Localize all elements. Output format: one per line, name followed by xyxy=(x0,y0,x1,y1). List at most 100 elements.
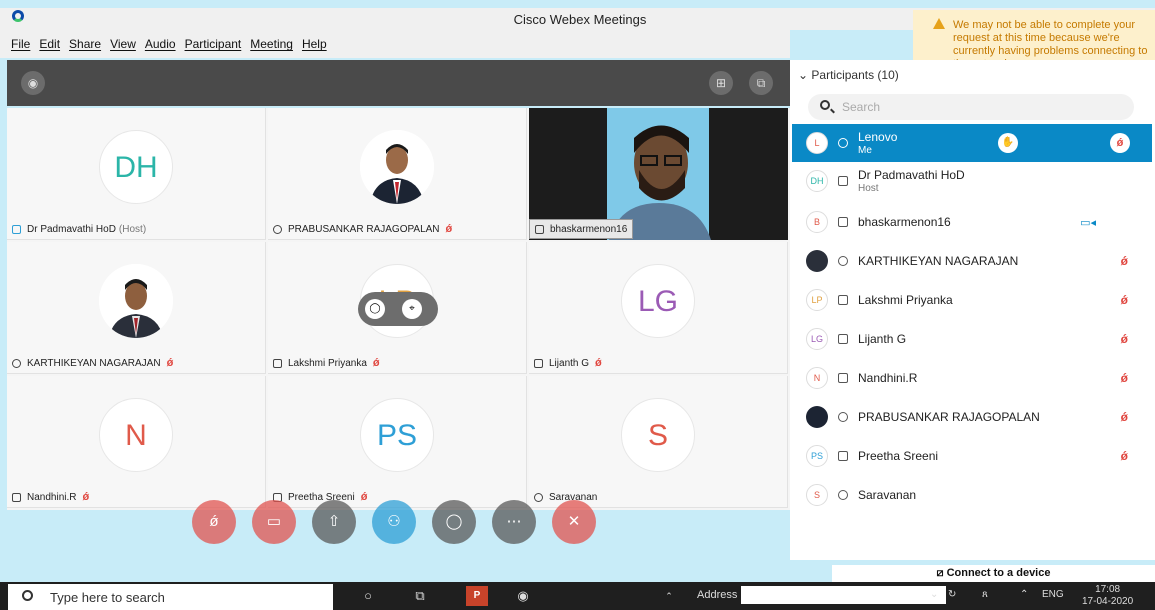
video-tile[interactable]: LG Lijanth G ǿ xyxy=(529,242,788,374)
tray-expand-icon[interactable]: ⌃ xyxy=(1020,589,1028,600)
taskbar-search-input[interactable]: Type here to search xyxy=(8,584,333,610)
video-tile[interactable]: PS Preetha Sreeni ǿ xyxy=(268,376,527,508)
share-button[interactable]: ⇧ xyxy=(312,500,356,544)
phone-audio-icon xyxy=(838,490,848,500)
grid-icon: ⊞ xyxy=(715,76,727,90)
phone-audio-icon xyxy=(12,358,21,368)
participant-search-input[interactable]: Search xyxy=(808,94,1134,120)
video-tile[interactable]: LP ◯ ⌖ Lakshmi Priyanka ǿ xyxy=(268,242,527,374)
participant-row[interactable]: KARTHIKEYAN NAGARAJAN ǿ xyxy=(792,242,1152,280)
tile-name: PRABUSANKAR RAJAGOPALAN xyxy=(288,223,440,235)
chat-panel-button[interactable]: ◯ xyxy=(432,500,476,544)
meeting-info-button[interactable]: ◉ xyxy=(21,71,45,95)
participant-row[interactable]: S Saravanan xyxy=(792,476,1152,514)
tile-label: PRABUSANKAR RAJAGOPALAN ǿ xyxy=(268,219,458,239)
layout-stack-button[interactable]: ⧉ xyxy=(749,71,773,95)
raise-hand-button[interactable]: ✋ xyxy=(998,133,1018,153)
menu-participant[interactable]: Participant xyxy=(185,37,242,51)
participant-row[interactable]: L Lenovo Me ✋ ǿ xyxy=(792,124,1152,162)
tile-label: Lakshmi Priyanka ǿ xyxy=(268,353,385,373)
tile-label: Lijanth G ǿ xyxy=(529,353,607,373)
participant-photo xyxy=(360,130,434,204)
participant-photo xyxy=(806,406,828,428)
video-tile[interactable]: PRABUSANKAR RAJAGOPALAN ǿ xyxy=(268,108,527,240)
menu-meeting[interactable]: Meeting xyxy=(250,37,293,51)
participant-row[interactable]: B bhaskarmenon16 ▭◂ xyxy=(792,203,1152,241)
warning-icon xyxy=(933,18,945,29)
chevron-down-icon: ⌄ xyxy=(798,68,809,82)
os-taskbar: Type here to search ○ ⧉ P ◉ ⌃ Address ⌄ … xyxy=(0,582,1155,610)
connect-device-button[interactable]: ⧄ Connect to a device xyxy=(832,565,1155,582)
menu-audio[interactable]: Audio xyxy=(145,37,176,51)
chevron-up-down-icon: ⌃ xyxy=(665,591,673,601)
task-view-icon: ⧉ xyxy=(415,588,425,603)
toolbar-scroll-button[interactable]: ⌃ xyxy=(662,586,676,606)
computer-audio-icon xyxy=(838,373,848,383)
muted-mic-icon: ǿ xyxy=(1116,137,1124,149)
computer-audio-icon xyxy=(838,295,848,305)
share-icon: ⇧ xyxy=(327,513,341,530)
chat-button[interactable]: ◯ xyxy=(365,299,385,319)
unmute-button[interactable]: ǿ xyxy=(192,500,236,544)
video-tile[interactable]: N Nandhini.R ǿ xyxy=(7,376,266,508)
more-options-button[interactable]: ⋯ xyxy=(492,500,536,544)
participant-row[interactable]: PS Preetha Sreeni ǿ xyxy=(792,437,1152,475)
taskbar-search-placeholder: Type here to search xyxy=(50,590,165,605)
video-tile[interactable]: DH Dr Padmavathi HoD (Host) xyxy=(7,108,266,240)
host-tag: (Host) xyxy=(118,223,147,235)
pin-button[interactable]: ⌖ xyxy=(402,299,422,319)
video-tile[interactable]: S Saravanan xyxy=(529,376,788,508)
people-icon[interactable]: ጸ xyxy=(982,589,988,600)
video-tile[interactable]: KARTHIKEYAN NAGARAJAN ǿ xyxy=(7,242,266,374)
muted-mic-icon: ǿ xyxy=(1120,410,1128,424)
clock-time: 17:08 xyxy=(1095,584,1121,595)
participant-row[interactable]: N Nandhini.R ǿ xyxy=(792,359,1152,397)
address-input[interactable] xyxy=(741,586,946,604)
muted-mic-icon: ǿ xyxy=(595,357,602,369)
participant-row[interactable]: LG Lijanth G ǿ xyxy=(792,320,1152,358)
participant-row[interactable]: DH Dr Padmavathi HoD Host xyxy=(792,162,1152,200)
video-toolbar: ◉ ⊞ ⧉ xyxy=(7,60,790,106)
participant-name: Saravanan xyxy=(858,488,917,502)
participant-name: PRABUSANKAR RAJAGOPALAN xyxy=(858,410,1040,424)
menu-edit[interactable]: Edit xyxy=(39,37,60,51)
participant-row[interactable]: PRABUSANKAR RAJAGOPALAN ǿ xyxy=(792,398,1152,436)
tile-label: KARTHIKEYAN NAGARAJAN ǿ xyxy=(7,353,179,373)
tile-label: Dr Padmavathi HoD (Host) xyxy=(7,219,152,239)
tile-name: bhaskarmenon16 xyxy=(550,223,628,235)
cortana-button[interactable]: ○ xyxy=(358,586,378,606)
webex-taskbar-button[interactable]: ◉ xyxy=(512,586,534,606)
participant-avatar: S xyxy=(806,484,828,506)
muted-mic-icon: ǿ xyxy=(166,357,174,369)
menu-share[interactable]: Share xyxy=(69,37,101,51)
powerpoint-taskbar-button[interactable]: P xyxy=(466,586,488,606)
layout-grid-button[interactable]: ⊞ xyxy=(709,71,733,95)
refresh-icon[interactable]: ↻ xyxy=(948,589,956,600)
address-dropdown-icon[interactable]: ⌄ xyxy=(930,589,938,600)
participants-header[interactable]: ⌄ Participants (10) xyxy=(798,68,899,82)
participant-row[interactable]: LP Lakshmi Priyanka ǿ xyxy=(792,281,1152,319)
participant-role: Me xyxy=(858,145,872,156)
task-view-button[interactable]: ⧉ xyxy=(410,586,430,606)
computer-audio-icon xyxy=(838,451,848,461)
leave-meeting-button[interactable]: ✕ xyxy=(552,500,596,544)
computer-audio-icon xyxy=(535,224,544,234)
phone-audio-icon xyxy=(838,256,848,266)
system-clock[interactable]: 17:08 17-04-2020 xyxy=(1082,584,1133,608)
tile-name: Lijanth G xyxy=(549,357,590,369)
participant-photo xyxy=(99,264,173,338)
participant-avatar: N xyxy=(806,367,828,389)
participant-avatar: B xyxy=(806,211,828,233)
video-tile[interactable]: bhaskarmenon16 xyxy=(529,108,788,240)
mute-toggle-button[interactable]: ǿ xyxy=(1110,133,1130,153)
computer-audio-icon xyxy=(273,358,282,368)
language-indicator[interactable]: ENG xyxy=(1042,589,1064,600)
participants-button[interactable]: ⚇ xyxy=(372,500,416,544)
menu-view[interactable]: View xyxy=(110,37,136,51)
participant-name: Lenovo xyxy=(858,130,898,144)
participant-avatar: PS xyxy=(360,398,434,472)
muted-mic-icon: ǿ xyxy=(445,223,453,235)
menu-help[interactable]: Help xyxy=(302,37,327,51)
menu-file[interactable]: File xyxy=(11,37,30,51)
start-video-button[interactable]: ▭ xyxy=(252,500,296,544)
